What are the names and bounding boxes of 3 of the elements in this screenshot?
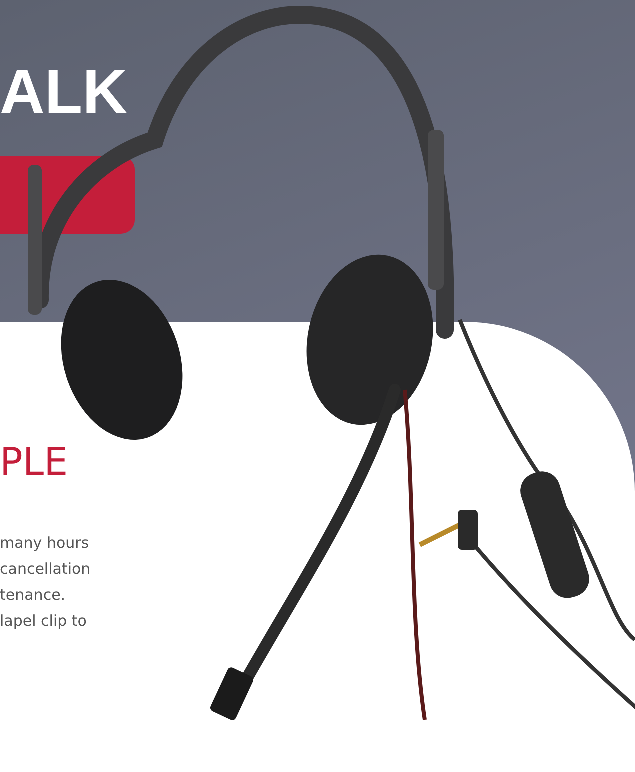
description-paragraph: many hours cancellation tenance. lapel clip to (0, 532, 92, 632)
hero-heading: ALK (0, 62, 128, 124)
section-heading: PLE (0, 442, 70, 484)
